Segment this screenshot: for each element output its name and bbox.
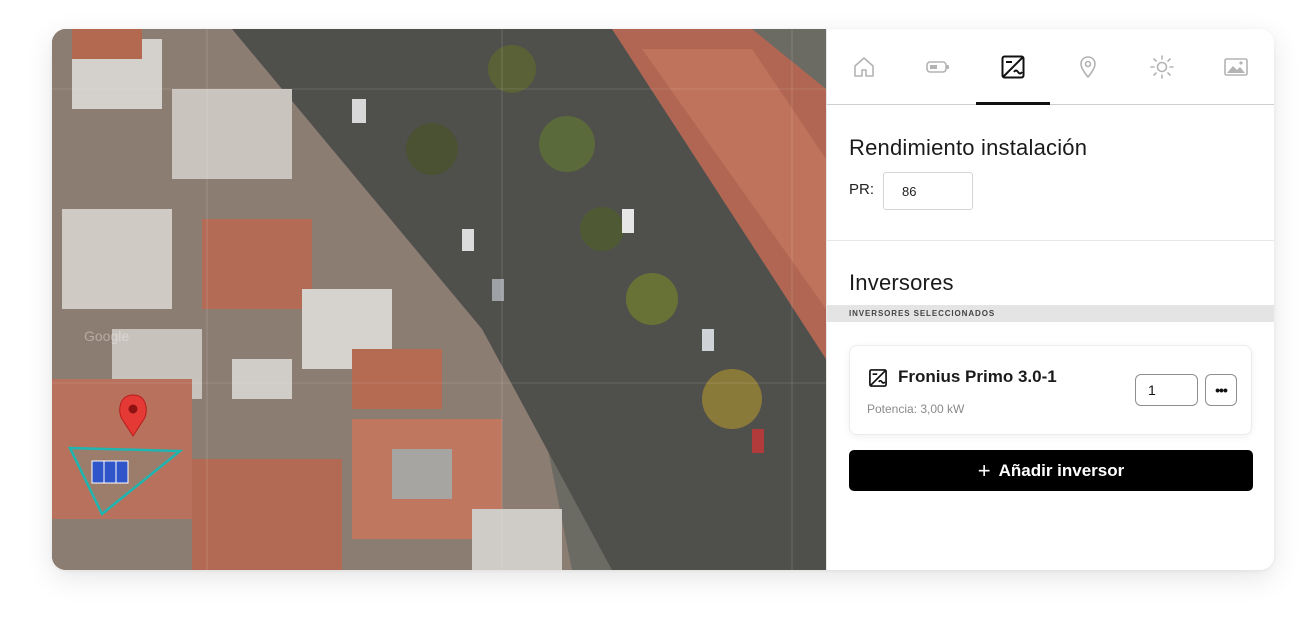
location-pin-icon xyxy=(1080,55,1096,78)
inverter-name: Fronius Primo 3.0-1 xyxy=(898,367,1057,386)
inverters-title: Inversores xyxy=(849,270,954,295)
add-inverter-label: Añadir inversor xyxy=(998,460,1125,480)
tab-location[interactable] xyxy=(1051,29,1125,104)
pr-label: PR: xyxy=(849,181,875,198)
tab-sun[interactable] xyxy=(1125,29,1199,104)
inverter-quantity-input[interactable] xyxy=(1135,374,1198,406)
tab-bar xyxy=(827,29,1274,105)
image-icon xyxy=(1224,57,1248,76)
inverter-card: Fronius Primo 3.0-1 Potencia: 3,00 kW ••… xyxy=(849,345,1252,435)
map-imagery: Google xyxy=(52,29,826,570)
satellite-map[interactable]: Google xyxy=(52,29,826,570)
tab-home[interactable] xyxy=(827,29,901,104)
performance-title: Rendimiento instalación xyxy=(849,135,1088,160)
add-inverter-button[interactable]: + Añadir inversor xyxy=(849,450,1253,491)
more-options-icon: ••• xyxy=(1215,382,1228,398)
tab-image[interactable] xyxy=(1199,29,1273,104)
pr-input[interactable] xyxy=(883,172,973,210)
inverter-icon xyxy=(1001,55,1025,78)
plus-icon: + xyxy=(977,457,991,483)
inverter-icon xyxy=(869,369,887,387)
section-divider xyxy=(827,240,1274,241)
map-watermark: Google xyxy=(84,328,129,344)
app-card: Google Rendimiento instalación PR: 86 In… xyxy=(52,29,1274,570)
solar-panels[interactable] xyxy=(91,460,129,484)
battery-icon xyxy=(926,60,949,73)
tab-inverter[interactable] xyxy=(976,29,1050,105)
sun-icon xyxy=(1150,54,1174,79)
tab-battery[interactable] xyxy=(901,29,975,104)
selected-inverters-label: INVERSORES SELECCIONADOS xyxy=(827,305,1274,322)
inverter-power: Potencia: 3,00 kW xyxy=(867,402,965,416)
more-options-button[interactable]: ••• xyxy=(1205,374,1237,406)
home-icon xyxy=(854,56,874,77)
settings-panel: Rendimiento instalación PR: Inversores I… xyxy=(826,29,1274,570)
